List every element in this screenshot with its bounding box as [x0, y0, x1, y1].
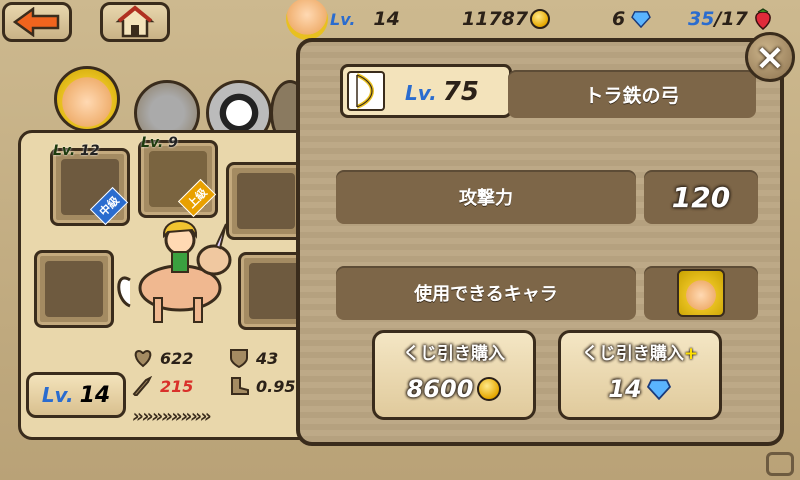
- weapon-thumbnail: [347, 71, 385, 111]
- shield-icon: [230, 349, 248, 368]
- strawberry-icon: [754, 8, 771, 30]
- character-portrait-selected[interactable]: [54, 66, 120, 132]
- home-icon: [115, 5, 155, 38]
- coin-icon: [477, 377, 502, 401]
- game-screen: Lv. 14 11787 6 35 /17 Lv. 12 中級 Lv. 9 上級…: [0, 0, 800, 480]
- stat-defense: 43: [228, 348, 278, 368]
- coin-icon: [530, 9, 551, 29]
- usable-character-label: 使用できるキャラ: [336, 266, 636, 320]
- attack-label: 攻撃力: [336, 170, 636, 224]
- stat-attack: 215: [132, 376, 193, 396]
- usable-character-avatar: [677, 269, 725, 317]
- gem-icon: [646, 379, 671, 400]
- gem-counter: 6: [612, 6, 652, 32]
- watermark-logo: [766, 452, 794, 476]
- attack-value-box: 120: [644, 170, 758, 224]
- attack-value: 120: [671, 180, 731, 214]
- buy-with-coins-button[interactable]: くじ引き購入 8600: [372, 330, 536, 420]
- back-button[interactable]: [2, 2, 72, 42]
- stat-hp: 622: [132, 348, 193, 368]
- sword-icon: [132, 376, 153, 396]
- close-icon: ×: [754, 36, 786, 78]
- weapon-detail-dialog: Lv. 75 トラ鉄の弓 攻撃力 120 使用できるキャラ くじ引き購入 8600…: [296, 38, 784, 446]
- equip-slot-armor[interactable]: [34, 250, 114, 328]
- character-sprite: [117, 220, 232, 323]
- equip-slot-accessory[interactable]: Lv. 9 上級: [138, 135, 218, 218]
- player-level-box: Lv. 14: [26, 372, 126, 418]
- heart-icon: [134, 349, 152, 368]
- weapon-level-plate: Lv. 75: [340, 64, 512, 118]
- usable-character-box: [644, 266, 758, 320]
- player-level: Lv. 14: [330, 8, 400, 30]
- boot-icon: [231, 377, 249, 395]
- gem-icon: [631, 11, 652, 28]
- stat-speed: 0.95: [228, 376, 295, 396]
- top-bar: Lv. 14 11787 6 35 /17: [0, 0, 800, 42]
- bow-icon: [356, 73, 374, 109]
- back-arrow-icon: [13, 7, 60, 37]
- coin-counter: 11787: [462, 6, 551, 32]
- stamina-counter: 35 /17: [688, 6, 774, 32]
- player-avatar-mini: [286, 0, 328, 40]
- home-button[interactable]: [100, 2, 170, 42]
- weapon-name: トラ鉄の弓: [508, 70, 756, 118]
- close-button[interactable]: ×: [745, 32, 795, 82]
- stat-progress-arrows: »»»»»»»»: [132, 406, 212, 427]
- buy-with-gems-button[interactable]: くじ引き購入+ 14: [558, 330, 722, 420]
